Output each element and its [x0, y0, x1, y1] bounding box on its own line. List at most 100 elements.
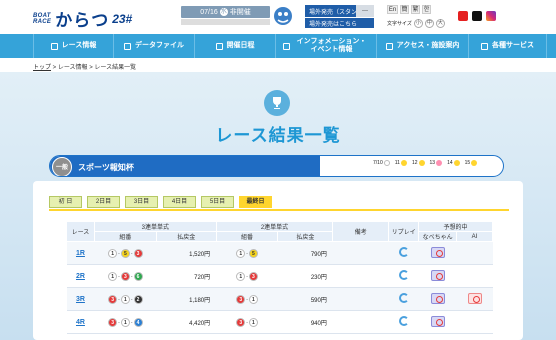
- trifecta-payout: 1,520円: [156, 241, 217, 265]
- tab-day-3[interactable]: 3日目: [125, 196, 158, 208]
- trophy-icon: [264, 90, 290, 116]
- col-nabe: なべちゃん: [418, 231, 458, 242]
- tab-day-5[interactable]: 5日目: [201, 196, 234, 208]
- boat-number-badge: 6: [133, 271, 143, 281]
- boat-number-badge: 3: [108, 294, 118, 304]
- nabe-predict-icon[interactable]: [430, 246, 445, 258]
- logo-venue-number: 23#: [112, 11, 133, 26]
- ai-cell: [456, 310, 493, 334]
- nabe-predict-icon[interactable]: [430, 269, 445, 281]
- replay-icon[interactable]: [398, 247, 409, 257]
- col-replay: リプレイ: [388, 221, 420, 242]
- note-cell: [332, 287, 389, 311]
- day-dot-icon: [383, 160, 390, 166]
- day-dot-icon: [453, 160, 460, 166]
- trifecta-payout: 4,420円: [156, 310, 217, 334]
- lang-zh-tw[interactable]: 繁: [411, 5, 420, 14]
- race-number-link[interactable]: 1R: [76, 250, 85, 257]
- nav-schedule[interactable]: 開催日程: [195, 34, 276, 58]
- nabe-predict-icon[interactable]: [430, 315, 445, 327]
- nav-services[interactable]: 各種サービス: [469, 34, 547, 58]
- table-row: 3R 3-1-2 1,180円 3-1 590円: [66, 287, 493, 311]
- dash-separator: -: [118, 296, 120, 303]
- tab-day-2[interactable]: 2日目: [87, 196, 120, 208]
- exacta-payout: 940円: [277, 310, 333, 334]
- trifecta-combo: 1-3-6: [94, 264, 157, 288]
- replay-icon[interactable]: [398, 316, 409, 326]
- trifecta-combo: 1-5-3: [94, 241, 157, 265]
- boat-number-badge: 1: [248, 294, 258, 304]
- site-header: BOAT RACE からつ 23# 07/16 水 非開催 場外発売（スタンド棟…: [0, 0, 556, 34]
- boat-number-badge: 1: [108, 248, 118, 258]
- font-size-switch: 文字サイズ 小 中 大: [387, 19, 445, 28]
- col-predict: 予想的中: [418, 221, 493, 232]
- replay-icon[interactable]: [398, 270, 409, 280]
- boat-number-badge: 1: [120, 294, 130, 304]
- nabe-cell: [418, 310, 457, 334]
- nav-services-label: 各種サービス: [492, 42, 534, 49]
- day-dot-icon: [418, 160, 425, 166]
- ai-cell: [456, 241, 493, 265]
- day-dot-icon: [471, 160, 478, 166]
- logo-venue-name: からつ: [55, 11, 110, 30]
- lang-ko[interactable]: 한: [422, 5, 431, 14]
- youtube-icon[interactable]: [458, 11, 468, 21]
- nabe-cell: [418, 241, 457, 265]
- nav-data-file[interactable]: データファイル: [114, 34, 195, 58]
- venue-sales-toggle[interactable]: —: [356, 5, 374, 17]
- boat-number-badge: 5: [120, 248, 130, 258]
- breadcrumb-race-info[interactable]: レース情報: [58, 65, 88, 71]
- tab-final-day[interactable]: 最終日: [239, 196, 272, 208]
- font-size-label: 文字サイズ: [387, 21, 412, 27]
- tab-day-4[interactable]: 4日目: [163, 196, 196, 208]
- dash-separator: -: [118, 250, 120, 257]
- race-number-link[interactable]: 3R: [76, 296, 85, 303]
- mascot-icon: [274, 7, 292, 25]
- exacta-combo: 1-5: [216, 241, 278, 265]
- race-day-label: 11: [394, 160, 400, 166]
- nabe-predict-icon[interactable]: [430, 292, 445, 304]
- instagram-icon[interactable]: [486, 11, 496, 21]
- nav-information[interactable]: インフォメーション・イベント情報: [276, 34, 377, 58]
- boat-number-badge: 3: [236, 317, 246, 327]
- breadcrumb: トップ > レース情報 > レース結果一覧: [33, 65, 137, 71]
- nav-race-info[interactable]: レース情報: [33, 34, 114, 58]
- dash-separator: -: [130, 296, 133, 303]
- col-trifecta-combo: 組番: [93, 231, 157, 242]
- tab-day-1[interactable]: 初 日: [49, 196, 82, 208]
- date-status-bar: 07/16 水 非開催: [181, 6, 270, 18]
- grade-badge: 一般: [52, 157, 72, 176]
- col-race: レース: [66, 221, 95, 242]
- site-logo[interactable]: BOAT RACE からつ 23#: [33, 6, 132, 31]
- breadcrumb-top[interactable]: トップ: [33, 65, 51, 71]
- dash-separator: -: [130, 273, 133, 280]
- font-size-medium[interactable]: 中: [424, 19, 434, 28]
- boat-number-badge: 1: [108, 271, 118, 281]
- weekday-badge: 水: [219, 8, 228, 16]
- race-band: 一般 スポーツ報知杯 7/10 11 12 13 14 15: [49, 155, 504, 177]
- race-day-label: 7/10: [373, 160, 383, 166]
- font-size-small[interactable]: 小: [413, 19, 423, 28]
- nav-access[interactable]: アクセス・施設案内: [377, 34, 469, 58]
- results-table: レース 3連単単式 2連単単式 備考 リプレイ 予想的中 組番 払戻金 組番 払…: [66, 221, 493, 334]
- race-link-cell: 4R: [66, 310, 95, 334]
- dash-separator: -: [246, 250, 248, 257]
- race-number-link[interactable]: 4R: [76, 319, 85, 326]
- replay-icon[interactable]: [398, 293, 409, 303]
- font-size-large[interactable]: 大: [435, 19, 445, 28]
- lang-en[interactable]: En: [387, 5, 398, 14]
- dash-separator: -: [130, 250, 133, 257]
- pin-icon: [385, 42, 393, 50]
- dash-separator: -: [130, 319, 133, 326]
- ai-predict-icon[interactable]: [467, 292, 482, 304]
- race-number-link[interactable]: 2R: [76, 273, 85, 280]
- lang-zh-cn[interactable]: 簡: [400, 5, 409, 14]
- exacta-payout: 590円: [277, 287, 333, 311]
- outside-sales-link[interactable]: 場外発売はこちら: [305, 17, 374, 28]
- note-cell: [332, 310, 389, 334]
- exacta-combo: 1-3: [216, 264, 278, 288]
- x-icon[interactable]: [472, 11, 482, 21]
- race-day-5: 14: [447, 160, 460, 166]
- page-title: レース結果一覧: [215, 126, 341, 145]
- dash-separator: -: [246, 296, 248, 303]
